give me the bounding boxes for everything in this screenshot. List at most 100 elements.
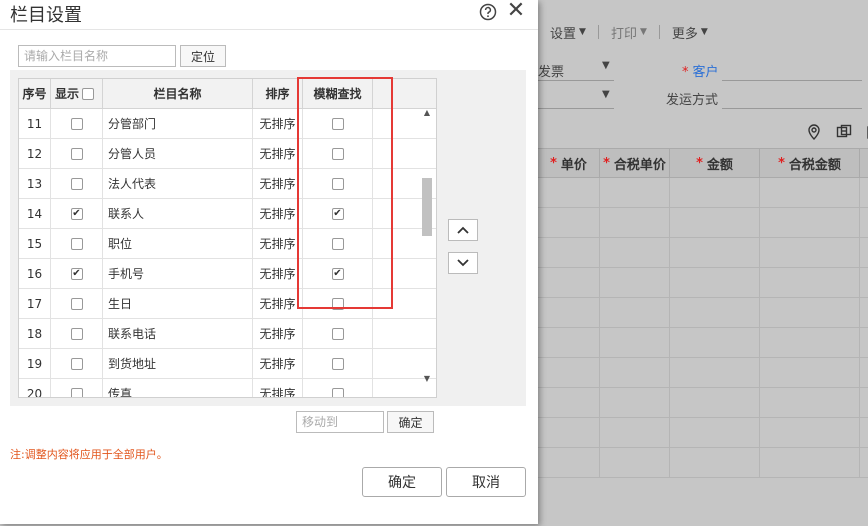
column-search-input[interactable] — [18, 45, 176, 67]
chevron-down-icon[interactable]: ▼ — [602, 89, 610, 100]
show-checkbox[interactable]: ✔ — [70, 267, 83, 280]
fuzzy-search-checkbox[interactable] — [331, 117, 344, 130]
show-checkbox[interactable] — [70, 357, 83, 370]
bg-grid-cell[interactable] — [670, 298, 760, 327]
scroll-down-arrow-icon[interactable]: ▼ — [422, 374, 432, 384]
fuzzy-search-checkbox[interactable] — [331, 237, 344, 250]
bg-grid-cell[interactable] — [600, 328, 670, 357]
bg-grid-cell[interactable] — [600, 418, 670, 447]
bg-grid-cell[interactable] — [670, 418, 760, 447]
bg-grid-cell[interactable] — [538, 388, 600, 417]
bg-grid-cell[interactable] — [538, 448, 600, 477]
show-checkbox[interactable] — [70, 327, 83, 340]
fuzzy-search-checkbox[interactable] — [331, 297, 344, 310]
bg-grid-cell[interactable] — [760, 358, 860, 387]
fuzzy-search-checkbox[interactable] — [331, 147, 344, 160]
show-checkbox[interactable] — [70, 387, 83, 397]
bg-settings-menu[interactable]: 设置 ▼ — [538, 23, 598, 42]
location-icon[interactable] — [806, 124, 822, 140]
move-to-confirm-button[interactable]: 确定 — [387, 411, 434, 433]
row-sort[interactable]: 无排序 — [253, 109, 303, 138]
fuzzy-search-checkbox[interactable] — [331, 357, 344, 370]
show-checkbox[interactable] — [70, 237, 83, 250]
bg-grid-cell[interactable] — [538, 268, 600, 297]
table-row[interactable]: 17 生日 无排序 — [19, 289, 436, 319]
cancel-button[interactable]: 取消 — [446, 467, 526, 497]
bg-grid-cell[interactable] — [600, 208, 670, 237]
move-down-button[interactable] — [448, 252, 478, 274]
show-checkbox[interactable] — [70, 297, 83, 310]
bg-grid-cell[interactable] — [600, 178, 670, 207]
table-scrollbar[interactable]: ▲ ▼ — [418, 108, 436, 390]
fuzzy-search-checkbox[interactable] — [331, 327, 344, 340]
bg-grid-cell[interactable] — [538, 298, 600, 327]
help-icon[interactable] — [479, 3, 497, 21]
bg-grid-cell[interactable] — [760, 238, 860, 267]
bg-grid-cell[interactable] — [760, 388, 860, 417]
show-checkbox[interactable] — [70, 147, 83, 160]
bg-grid-cell[interactable] — [760, 298, 860, 327]
bg-grid-cell[interactable] — [538, 178, 600, 207]
bg-grid-cell[interactable] — [760, 328, 860, 357]
show-checkbox[interactable] — [70, 117, 83, 130]
table-row[interactable]: 20 传真 无排序 — [19, 379, 436, 397]
select-all-checkbox[interactable] — [82, 87, 95, 100]
move-to-input[interactable] — [296, 411, 384, 433]
bg-grid-cell[interactable] — [670, 448, 760, 477]
move-up-button[interactable] — [448, 219, 478, 241]
bg-grid-cell[interactable] — [600, 358, 670, 387]
close-icon[interactable]: ✕ — [506, 0, 526, 22]
row-sort[interactable]: 无排序 — [253, 289, 303, 318]
fuzzy-search-checkbox[interactable]: ✔ — [331, 207, 344, 220]
row-sort[interactable]: 无排序 — [253, 229, 303, 258]
bg-grid-cell[interactable] — [670, 388, 760, 417]
bg-grid-cell[interactable] — [538, 328, 600, 357]
scroll-up-arrow-icon[interactable]: ▲ — [422, 108, 432, 118]
table-row[interactable]: 19 到货地址 无排序 — [19, 349, 436, 379]
bg-grid-cell[interactable] — [538, 358, 600, 387]
show-checkbox[interactable] — [70, 177, 83, 190]
bg-grid-cell[interactable] — [670, 268, 760, 297]
scroll-thumb[interactable] — [422, 178, 432, 236]
row-sort[interactable]: 无排序 — [253, 259, 303, 288]
bg-grid-cell[interactable] — [538, 418, 600, 447]
bg-grid-cell[interactable] — [760, 418, 860, 447]
bg-customer-text[interactable]: 客户 — [693, 65, 719, 80]
fuzzy-search-checkbox[interactable] — [331, 387, 344, 397]
fuzzy-search-checkbox[interactable]: ✔ — [331, 267, 344, 280]
row-sort[interactable]: 无排序 — [253, 319, 303, 348]
bg-grid-cell[interactable] — [670, 208, 760, 237]
bg-grid-cell[interactable] — [760, 268, 860, 297]
locate-button[interactable]: 定位 — [180, 45, 226, 67]
bg-grid-cell[interactable] — [670, 238, 760, 267]
bg-grid-cell[interactable] — [670, 358, 760, 387]
fuzzy-search-checkbox[interactable] — [331, 177, 344, 190]
row-sort[interactable]: 无排序 — [253, 349, 303, 378]
table-row[interactable]: 15 职位 无排序 — [19, 229, 436, 259]
bg-grid-cell[interactable] — [760, 448, 860, 477]
row-sort[interactable]: 无排序 — [253, 379, 303, 397]
bg-grid-cell[interactable] — [600, 298, 670, 327]
table-row[interactable]: 13 法人代表 无排序 — [19, 169, 436, 199]
table-row[interactable]: 11 分管部门 无排序 — [19, 109, 436, 139]
bg-grid-cell[interactable] — [600, 238, 670, 267]
bg-grid-cell[interactable] — [538, 238, 600, 267]
grid-icon[interactable] — [836, 124, 852, 140]
bg-invoice-field[interactable]: 发票 — [538, 61, 564, 80]
table-row[interactable]: 12 分管人员 无排序 — [19, 139, 436, 169]
table-row[interactable]: 14 ✔ 联系人 无排序 ✔ — [19, 199, 436, 229]
bg-more-menu[interactable]: 更多 ▼ — [660, 23, 720, 42]
bg-grid-cell[interactable] — [760, 178, 860, 207]
bg-grid-cell[interactable] — [760, 208, 860, 237]
row-sort[interactable]: 无排序 — [253, 199, 303, 228]
bg-grid-cell[interactable] — [600, 268, 670, 297]
row-sort[interactable]: 无排序 — [253, 169, 303, 198]
bg-grid-cell[interactable] — [600, 448, 670, 477]
row-sort[interactable]: 无排序 — [253, 139, 303, 168]
bg-grid-cell[interactable] — [670, 178, 760, 207]
bg-grid-cell[interactable] — [670, 328, 760, 357]
bg-print-menu[interactable]: 打印 ▼ — [599, 23, 659, 42]
ok-button[interactable]: 确定 — [362, 467, 442, 497]
table-row[interactable]: 18 联系电话 无排序 — [19, 319, 436, 349]
show-checkbox[interactable]: ✔ — [70, 207, 83, 220]
